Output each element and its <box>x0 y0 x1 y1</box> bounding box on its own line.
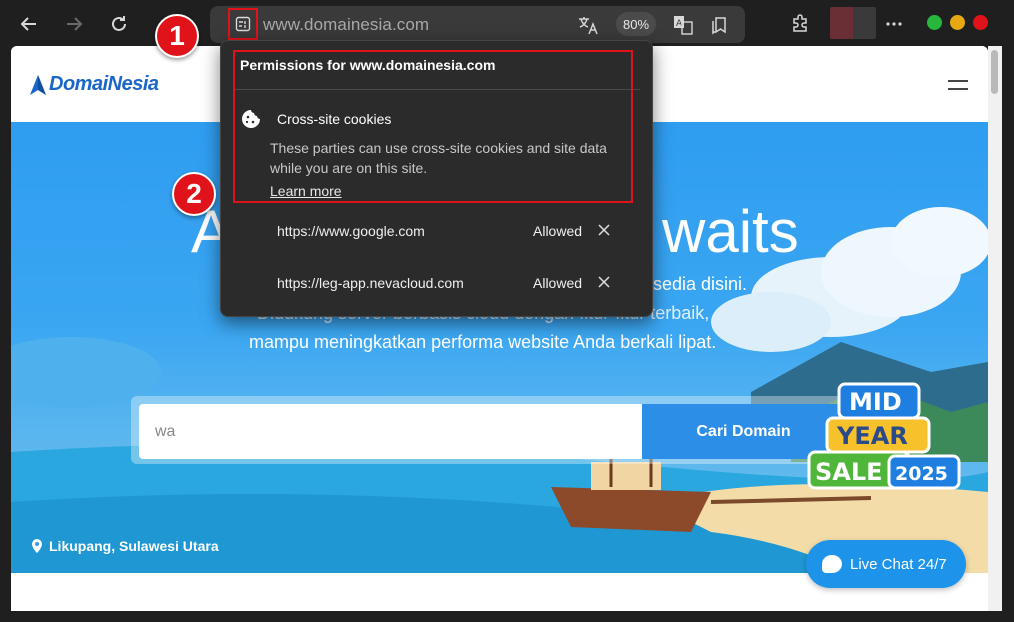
reader-mode-icon[interactable]: A <box>671 13 695 37</box>
permission-site-status: Allowed <box>533 275 583 291</box>
minimize-button[interactable] <box>927 15 942 30</box>
refresh-icon[interactable] <box>105 10 133 38</box>
zoom-level[interactable]: 80% <box>616 12 656 36</box>
live-chat-label: Live Chat 24/7 <box>850 555 947 573</box>
permission-site-status: Allowed <box>533 223 583 239</box>
logo-text: DomaiNesia <box>49 73 159 95</box>
hero-line1-tail: sedia disini. <box>653 274 748 294</box>
site-info-icon[interactable] <box>228 8 258 40</box>
step-1-badge: 1 <box>155 14 199 58</box>
remove-permission-icon[interactable] <box>595 273 613 291</box>
permission-site-url: https://leg-app.nevacloud.com <box>277 275 464 291</box>
location-pin-icon <box>32 539 42 553</box>
permission-site-row: https://leg-app.nevacloud.com Allowed <box>277 271 637 295</box>
address-bar[interactable]: www.domainesia.com 80% A <box>210 6 745 43</box>
sale-line2: YEAR <box>836 422 908 450</box>
back-icon[interactable] <box>15 10 43 38</box>
logo-mark-icon <box>30 74 46 95</box>
highlight-box-permissions <box>233 50 633 203</box>
more-icon[interactable] <box>880 10 908 38</box>
step-2-badge: 2 <box>172 172 216 216</box>
permission-site-url: https://www.google.com <box>277 223 425 239</box>
location-text: Likupang, Sulawesi Utara <box>49 538 219 554</box>
permission-site-row: https://www.google.com Allowed <box>277 219 637 243</box>
translate-icon[interactable] <box>576 13 600 37</box>
chat-bubble-icon <box>822 555 842 573</box>
collections-icon[interactable] <box>708 13 732 37</box>
extensions-icon[interactable] <box>786 10 814 38</box>
hero-line3: mampu meningkatkan performa website Anda… <box>249 332 717 352</box>
sale-line3: SALE <box>815 458 883 486</box>
sale-year: 2025 <box>895 463 948 485</box>
sale-line1: MID <box>849 388 902 416</box>
hero-title-right: waits <box>662 198 799 265</box>
page-scrollbar[interactable] <box>988 46 1002 611</box>
location-caption: Likupang, Sulawesi Utara <box>31 538 219 554</box>
profile-avatar[interactable] <box>830 7 876 39</box>
mid-year-sale-badge[interactable]: MID YEAR SALE 2025 <box>801 382 966 512</box>
scrollbar-thumb[interactable] <box>991 50 998 94</box>
site-logo[interactable]: DomaiNesia <box>29 73 159 96</box>
live-chat-button[interactable]: Live Chat 24/7 <box>806 540 966 588</box>
domain-search-input[interactable] <box>139 404 642 459</box>
forward-icon[interactable] <box>60 10 88 38</box>
menu-icon[interactable] <box>948 80 968 92</box>
domain-search-box: Cari Domain <box>131 396 845 464</box>
close-button[interactable] <box>973 15 988 30</box>
maximize-button[interactable] <box>950 15 965 30</box>
remove-permission-icon[interactable] <box>595 221 613 239</box>
browser-window: www.domainesia.com 80% A DomaiNesia A wa… <box>0 0 1014 622</box>
url-text[interactable]: www.domainesia.com <box>263 15 429 35</box>
